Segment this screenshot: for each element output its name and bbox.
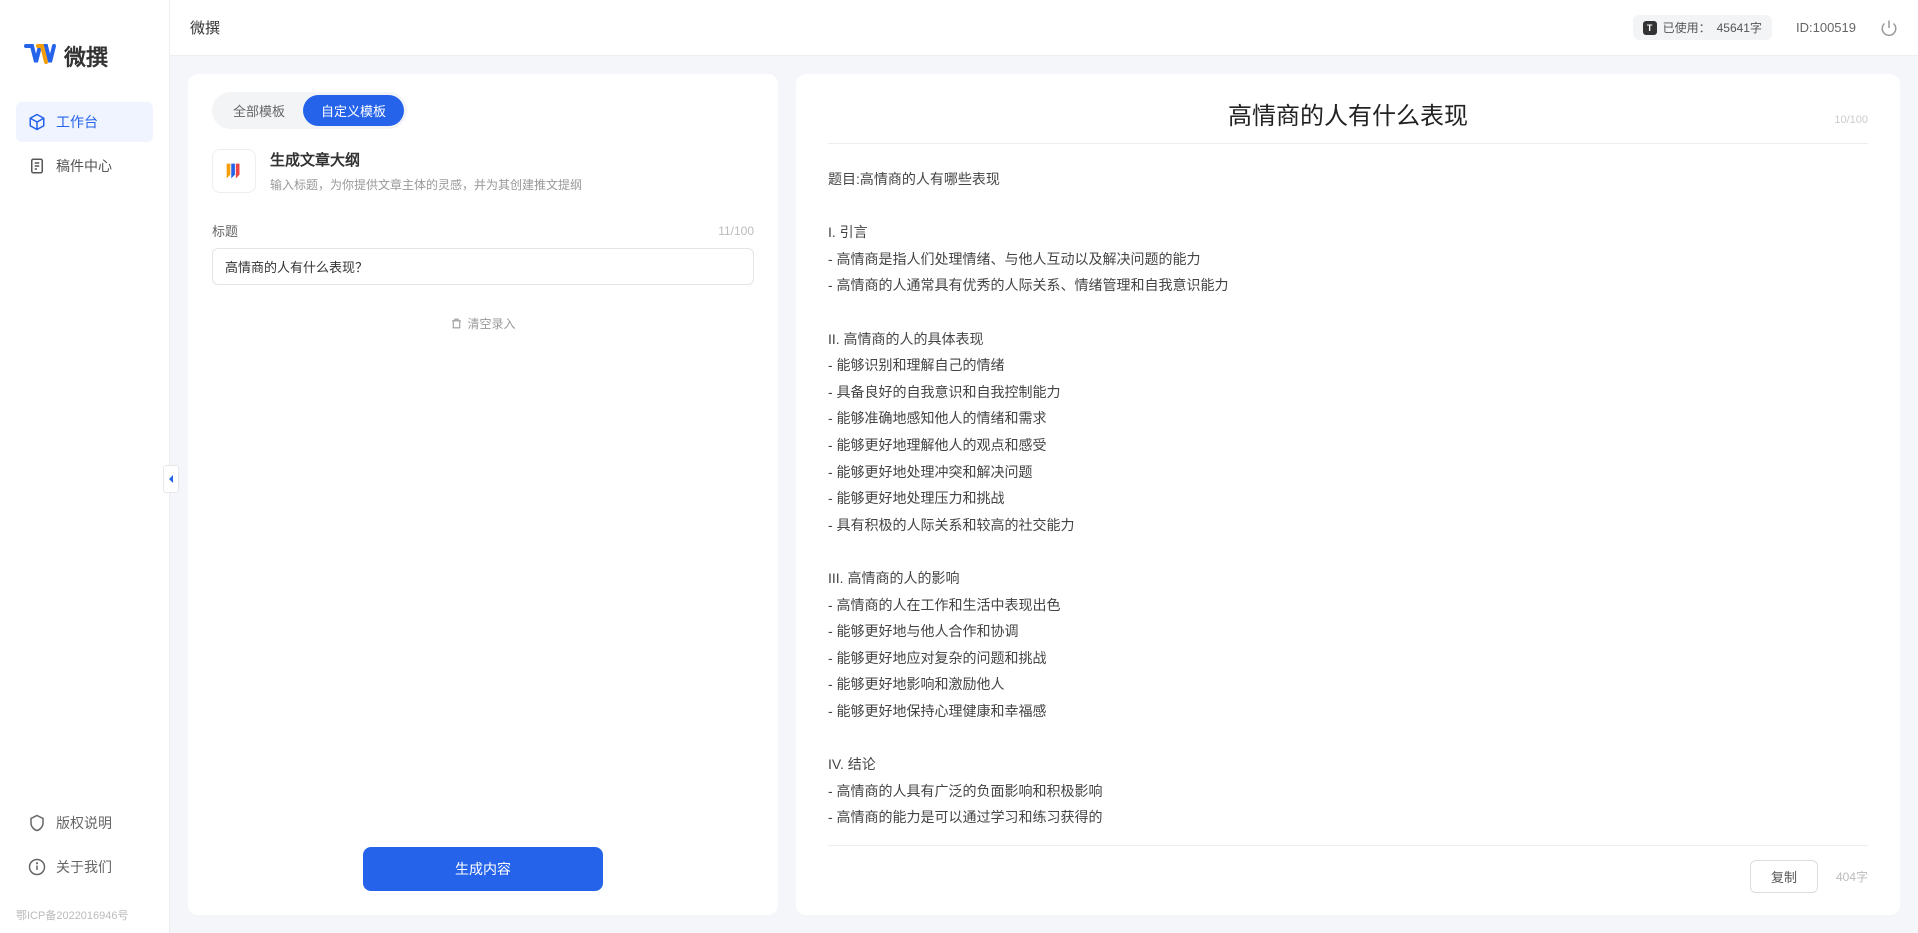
nav-label: 版权说明 bbox=[56, 813, 112, 833]
nav-label: 关于我们 bbox=[56, 857, 112, 877]
result-word-count: 404字 bbox=[1836, 868, 1868, 885]
nav-item-about[interactable]: 关于我们 bbox=[16, 847, 153, 887]
icp-footer: 鄂ICP备2022016946号 bbox=[0, 903, 169, 933]
doc-icon bbox=[28, 157, 46, 175]
tool-card: 生成文章大纲 输入标题，为你提供文章主体的灵感，并为其创建推文提纲 bbox=[212, 149, 754, 193]
clear-input-button[interactable]: 清空录入 bbox=[212, 315, 754, 332]
doc-title-row: 高情商的人有什么表现 10/100 bbox=[828, 96, 1868, 144]
nav-label: 稿件中心 bbox=[56, 156, 112, 176]
tab-all-templates[interactable]: 全部模板 bbox=[215, 95, 303, 126]
main: 微撰 T 已使用：45641字 ID:100519 全部模板 自 bbox=[170, 0, 1918, 933]
trash-icon bbox=[450, 317, 463, 330]
doc-body[interactable]: 题目:高情商的人有哪些表现 I. 引言 - 高情商是指人们处理情绪、与他人互动以… bbox=[828, 154, 1868, 835]
cube-icon bbox=[28, 113, 46, 131]
template-tabs: 全部模板 自定义模板 bbox=[212, 92, 407, 129]
usage-label: 已使用： bbox=[1663, 19, 1711, 36]
tool-desc: 输入标题，为你提供文章主体的灵感，并为其创建推文提纲 bbox=[270, 176, 582, 193]
tool-title: 生成文章大纲 bbox=[270, 149, 582, 170]
doc-title[interactable]: 高情商的人有什么表现 bbox=[828, 96, 1868, 131]
sidebar-collapse-handle[interactable] bbox=[163, 465, 179, 493]
clear-label: 清空录入 bbox=[467, 315, 515, 332]
title-char-count: 11/100 bbox=[718, 224, 754, 238]
logo-text: 微撰 bbox=[64, 40, 108, 72]
left-panel: 全部模板 自定义模板 生成文章大纲 输入标题，为你提供文章主体的灵感，并为其创建… bbox=[188, 74, 778, 915]
text-icon: T bbox=[1643, 21, 1657, 35]
doc-title-count: 10/100 bbox=[1834, 114, 1868, 126]
right-panel: 高情商的人有什么表现 10/100 题目:高情商的人有哪些表现 I. 引言 - … bbox=[796, 74, 1900, 915]
user-id: ID:100519 bbox=[1796, 20, 1856, 35]
tool-icon bbox=[212, 149, 256, 193]
title-label: 标题 bbox=[212, 221, 238, 240]
logo[interactable]: 微撰 bbox=[0, 20, 169, 102]
nav-item-drafts[interactable]: 稿件中心 bbox=[16, 146, 153, 186]
topbar: 微撰 T 已使用： 45641字 ID:100519 bbox=[170, 0, 1918, 56]
info-icon bbox=[28, 858, 46, 876]
title-section: 标题 11/100 bbox=[212, 221, 754, 285]
logo-icon bbox=[24, 40, 56, 72]
nav-item-workspace[interactable]: 工作台 bbox=[16, 102, 153, 142]
chevron-left-icon bbox=[167, 474, 175, 484]
power-icon bbox=[1880, 19, 1898, 37]
books-icon bbox=[223, 160, 245, 182]
sidebar-bottom: 版权说明 关于我们 bbox=[0, 803, 169, 903]
generate-button[interactable]: 生成内容 bbox=[363, 847, 603, 891]
copy-button[interactable]: 复制 bbox=[1750, 860, 1818, 893]
usage-value: 45641字 bbox=[1717, 19, 1762, 36]
content: 全部模板 自定义模板 生成文章大纲 输入标题，为你提供文章主体的灵感，并为其创建… bbox=[170, 56, 1918, 933]
tab-custom-templates[interactable]: 自定义模板 bbox=[303, 95, 404, 126]
nav-item-copyright[interactable]: 版权说明 bbox=[16, 803, 153, 843]
nav: 工作台 稿件中心 bbox=[0, 102, 169, 803]
doc-footer: 复制 404字 bbox=[828, 845, 1868, 893]
topbar-title: 微撰 bbox=[190, 17, 220, 38]
usage-badge[interactable]: T 已使用： 45641字 bbox=[1633, 15, 1772, 40]
nav-label: 工作台 bbox=[56, 112, 98, 132]
sidebar: 微撰 工作台 稿件中心 版权说明 bbox=[0, 0, 170, 933]
power-button[interactable] bbox=[1880, 19, 1898, 37]
shield-icon bbox=[28, 814, 46, 832]
title-input[interactable] bbox=[212, 248, 754, 285]
